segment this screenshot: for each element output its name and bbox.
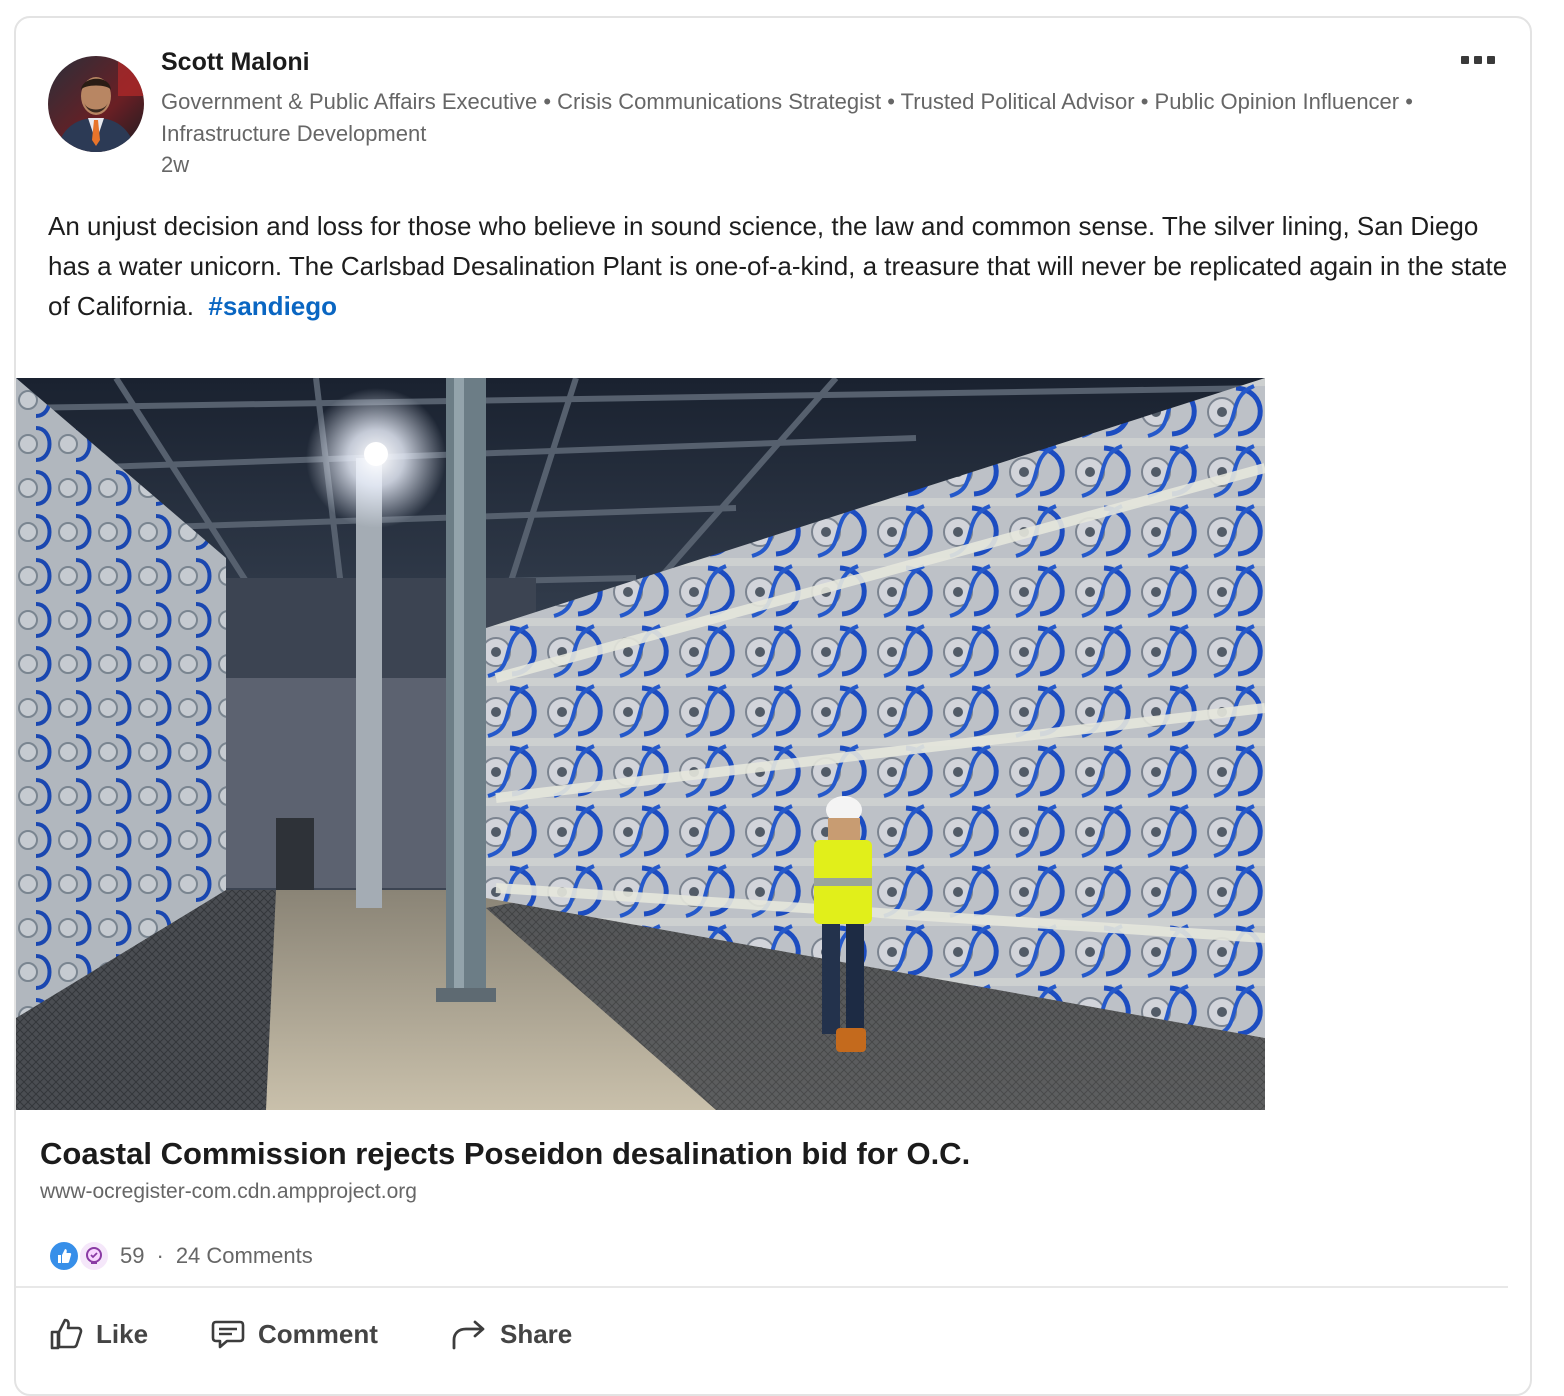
post-actions: Like Comment Share (48, 1304, 572, 1364)
hashtag-link[interactable]: #sandiego (208, 291, 337, 321)
comment-button[interactable]: Comment (210, 1304, 450, 1364)
link-preview-source[interactable]: www-ocregister-com.cdn.ampproject.org (40, 1180, 417, 1204)
comments-count-link[interactable]: 24 Comments (176, 1243, 313, 1269)
reaction-icons[interactable] (48, 1240, 114, 1272)
count-separator: · (156, 1243, 164, 1268)
comment-label: Comment (258, 1318, 378, 1349)
author-name[interactable]: Scott Maloni (161, 48, 310, 77)
author-headline: Government & Public Affairs Executive • … (161, 89, 1413, 146)
link-preview-image[interactable] (16, 378, 1265, 1110)
author-avatar[interactable] (48, 56, 144, 152)
insightful-reaction-icon (78, 1240, 110, 1272)
share-button[interactable]: Share (450, 1304, 572, 1364)
link-preview-title[interactable]: Coastal Commission rejects Poseidon desa… (40, 1136, 970, 1172)
post-timestamp: 2w (161, 152, 190, 177)
like-label: Like (96, 1318, 149, 1349)
reaction-count[interactable]: 59 (120, 1243, 144, 1269)
more-options-icon[interactable] (1454, 48, 1502, 72)
like-reaction-icon (48, 1240, 80, 1272)
like-icon (50, 1318, 83, 1350)
share-label: Share (500, 1318, 573, 1349)
share-icon (452, 1320, 485, 1350)
like-button[interactable]: Like (48, 1304, 210, 1364)
comment-icon (211, 1320, 245, 1349)
feed-post-card: Scott Maloni Government & Public Affairs… (14, 16, 1532, 1396)
action-divider (16, 1286, 1508, 1288)
post-text: An unjust decision and loss for those wh… (48, 206, 1508, 326)
social-counts: 59 · 24 Comments (48, 1240, 313, 1272)
